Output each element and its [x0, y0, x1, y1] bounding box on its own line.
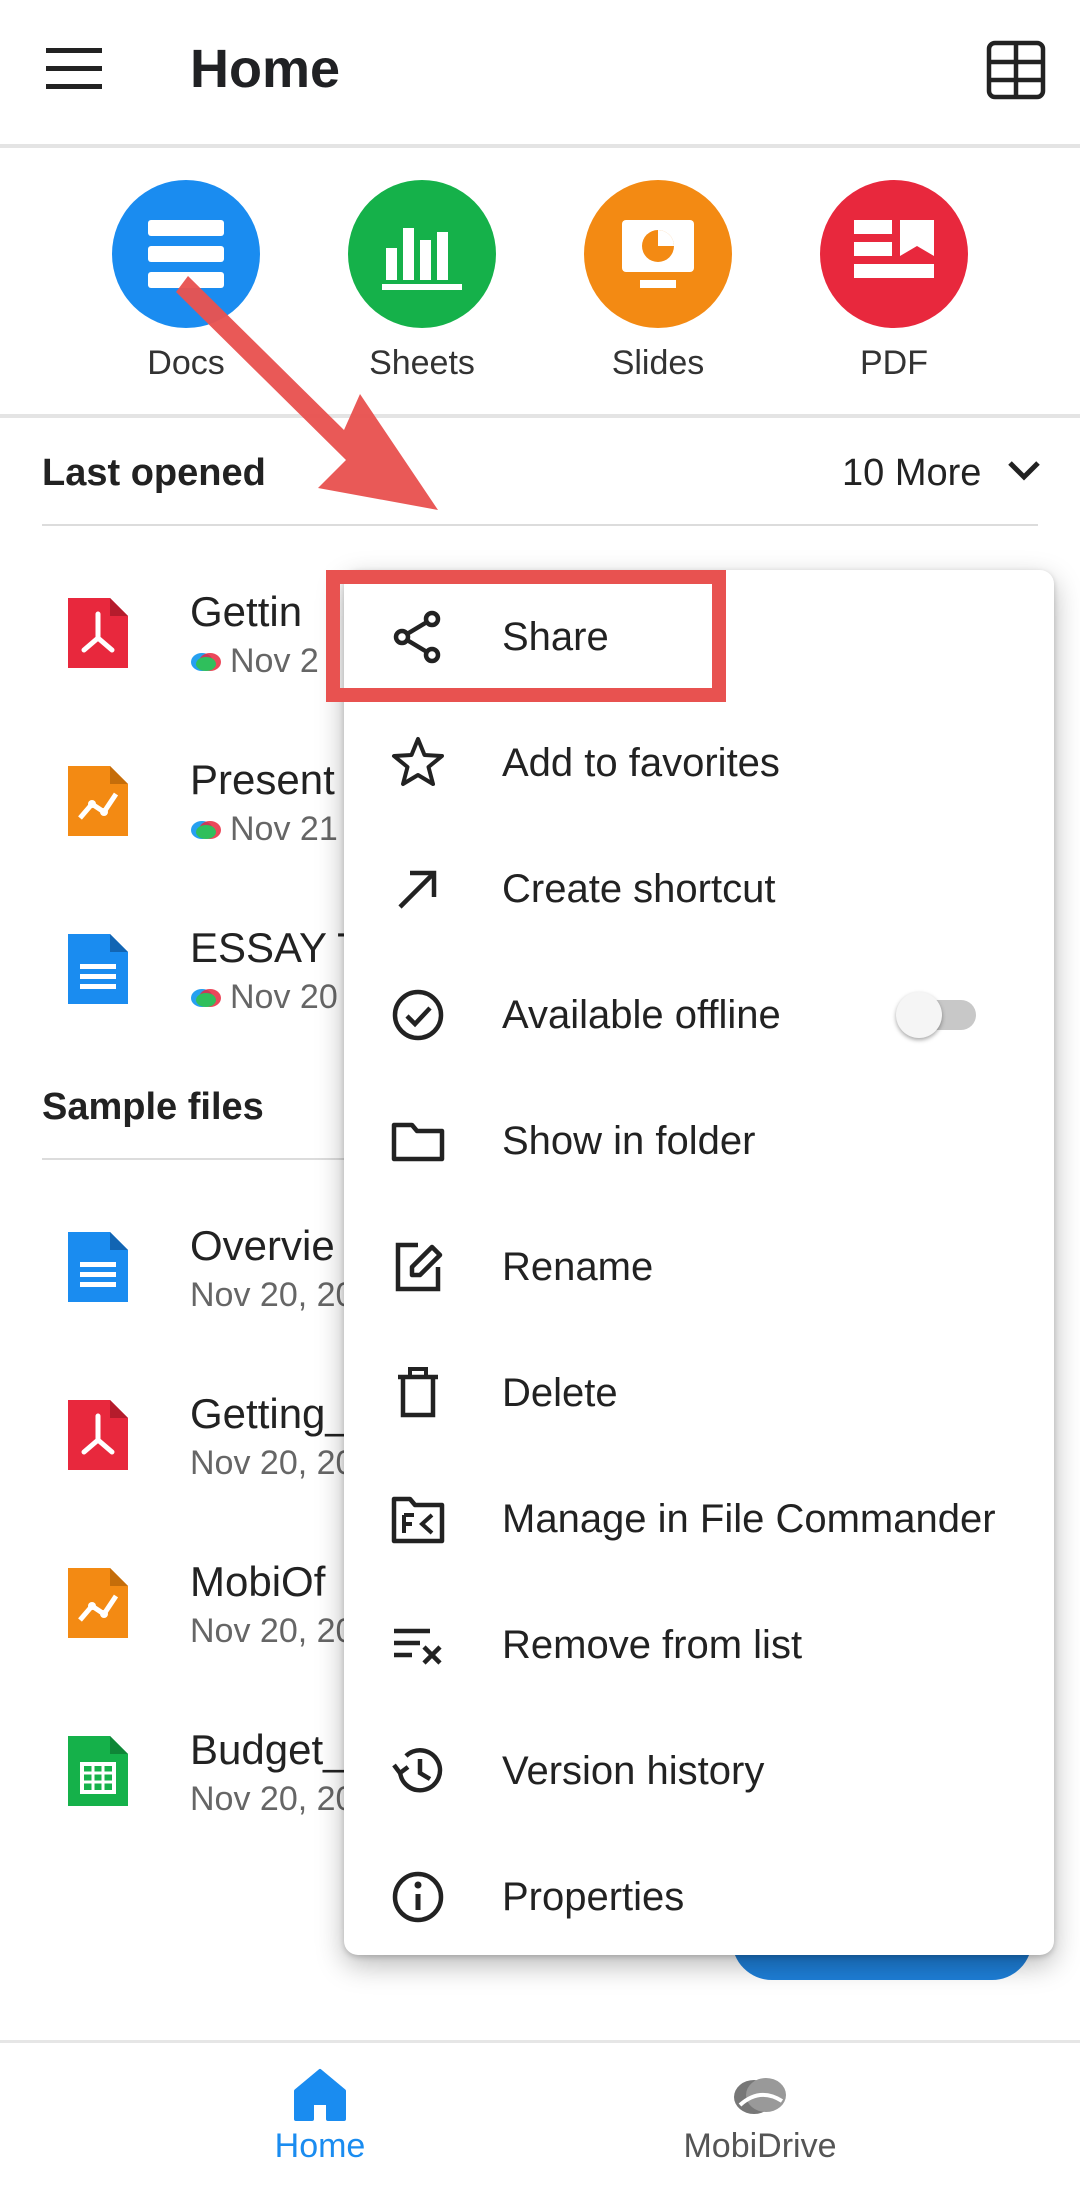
mobidrive-cloud-icon — [730, 2067, 790, 2123]
nav-home-label: Home — [274, 2127, 366, 2165]
home-icon — [290, 2067, 350, 2123]
annotation-arrow-icon — [176, 276, 438, 510]
nav-mobidrive-label: MobiDrive — [683, 2127, 837, 2165]
nav-home[interactable]: Home — [170, 2043, 470, 2191]
bottom-navigation: Home MobiDrive — [0, 2040, 1080, 2191]
nav-mobidrive[interactable]: MobiDrive — [610, 2043, 910, 2191]
